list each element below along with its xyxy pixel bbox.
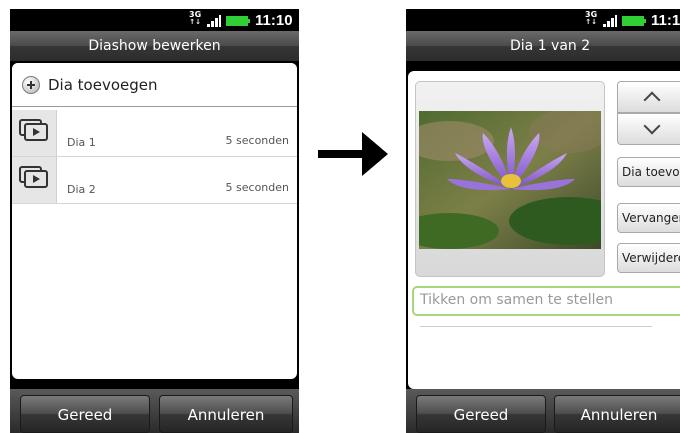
divider [420,326,652,327]
move-up-button[interactable] [617,81,680,113]
remove-button[interactable]: Verwijderen [617,243,680,273]
slideshow-icon-box [12,157,57,203]
status-bar: 3G↑↓ 11:10 [406,9,680,31]
list-item[interactable]: Dia 2 5 seconden [12,157,297,204]
slide-editor: Dia toevoegen Vervangen Verwijderen Tikk… [408,71,680,389]
arrow-head-icon [362,132,388,176]
move-down-button[interactable] [617,113,680,145]
slideshow-icon [19,119,48,141]
slide-name: Dia 1 [67,136,96,149]
add-slide-button[interactable]: Dia toevoegen [12,63,297,107]
done-button[interactable]: Gereed [20,395,150,433]
plus-icon [22,75,40,94]
network-3g-icon: 3G ↑↓ [189,10,202,26]
battery-icon [622,16,646,26]
page-title: Dia 1 van 2 [406,31,680,61]
chevron-up-icon [643,91,661,109]
list-item[interactable]: Dia 1 5 seconden [12,110,297,157]
slide-name: Dia 2 [67,183,96,196]
caption-placeholder: Tikken om samen te stellen [420,292,613,308]
chevron-down-icon [643,117,661,135]
signal-strength-icon [603,15,617,27]
signal-strength-icon [207,15,221,27]
replace-button[interactable]: Vervangen [617,203,680,233]
done-button[interactable]: Gereed [416,395,546,433]
left-phone-screen: 3G ↑↓ 11:10 Diashow bewerken Dia toevoege… [10,9,299,433]
add-slide-label: Dia toevoegen [48,75,158,94]
network-3g-icon: 3G ↑↓ [585,10,598,26]
slide-duration: 5 seconden [225,181,289,194]
slide-list: Dia 1 5 seconden Dia 2 5 seconden [12,110,297,204]
slide-image-frame[interactable] [415,81,605,277]
right-phone-screen: 3G↑↓ 11:10 Dia 1 van 2 [406,9,680,433]
lotus-photo [419,111,601,249]
caption-input[interactable]: Tikken om samen te stellen [412,286,680,316]
arrow-right-icon [318,150,364,158]
page-title: Diashow bewerken [10,31,299,61]
battery-icon [226,16,250,26]
status-time: 11:10 [255,12,293,29]
slideshow-content: Dia toevoegen Dia 1 5 seconden Dia 2 5 s… [12,63,297,379]
bottom-action-bar: Gereed Annuleren [10,389,299,433]
status-time: 11:10 [651,12,680,29]
slide-duration: 5 seconden [225,134,289,147]
status-bar: 3G↑↓ 11:10 [10,9,299,31]
slideshow-icon-box [12,110,57,156]
cancel-button[interactable]: Annuleren [159,395,293,433]
add-slide-button[interactable]: Dia toevoegen [617,157,680,187]
slideshow-icon [19,166,48,188]
bottom-action-bar: Gereed Annuleren [406,389,680,433]
cancel-button[interactable]: Annuleren [554,395,680,433]
